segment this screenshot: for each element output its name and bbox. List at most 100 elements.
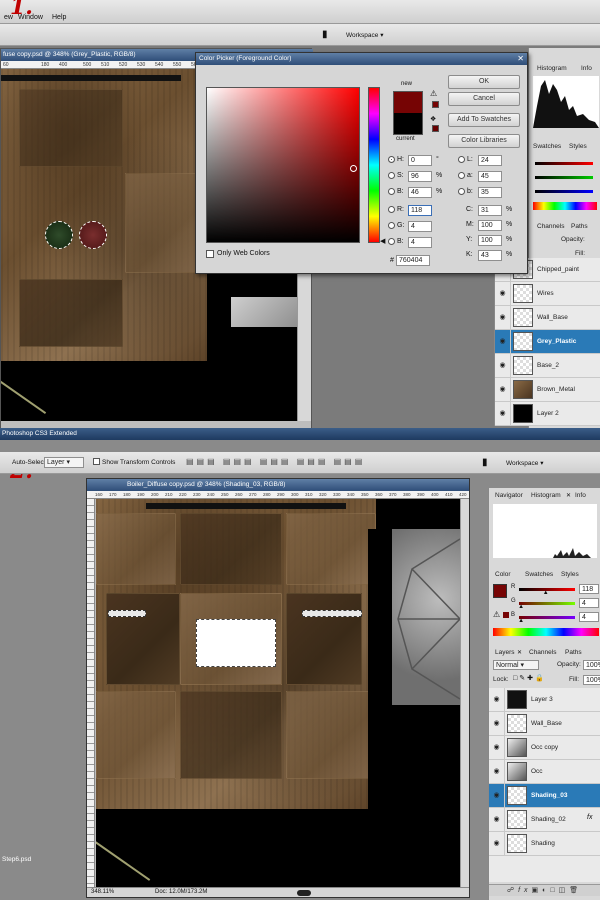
layer-row[interactable]: ◉ Occ copy xyxy=(489,736,600,760)
green-slider[interactable] xyxy=(535,176,593,179)
g-slider-track[interactable] xyxy=(519,602,575,605)
only-web-colors-checkbox[interactable] xyxy=(206,250,214,258)
eye-icon[interactable]: ◉ xyxy=(495,354,511,377)
tab-channels[interactable]: Channels xyxy=(529,649,556,656)
layer-row-selected[interactable]: ◉ Grey_Plastic xyxy=(495,330,600,354)
horizontal-scroll-thumb[interactable] xyxy=(297,890,311,896)
k-input[interactable]: 43 xyxy=(478,250,502,261)
tab-histogram[interactable]: Histogram xyxy=(531,492,561,499)
b-slider-value[interactable]: 4 xyxy=(579,612,599,622)
l-input[interactable]: 24 xyxy=(478,155,502,166)
close-icon[interactable]: ✕ xyxy=(566,492,571,499)
blend-mode-select[interactable]: Normal ▾ xyxy=(493,660,539,670)
align-icons[interactable]: ▤▤▤ ▤▤▤ ▤▤▤ ▤▤▤ ▤▤▤ xyxy=(186,457,365,466)
vertical-scrollbar[interactable] xyxy=(460,499,469,887)
add-to-swatches-button[interactable]: Add To Swatches xyxy=(448,113,520,127)
layer-row[interactable]: ◉ Shading_02 fx xyxy=(489,808,600,832)
tab-paths[interactable]: Paths xyxy=(565,649,582,656)
layer-row[interactable]: ◉ Layer 3 xyxy=(489,688,600,712)
tab-swatches[interactable]: Swatches xyxy=(525,571,553,578)
r-radio[interactable] xyxy=(388,206,395,213)
fill-input[interactable]: 100% xyxy=(583,675,600,685)
tab-styles[interactable]: Styles xyxy=(561,571,579,578)
r-input[interactable]: 118 xyxy=(408,205,432,216)
blue-slider[interactable] xyxy=(535,190,593,193)
spectrum-bar[interactable] xyxy=(533,202,597,210)
lock-icons[interactable]: □✎✚🔒 xyxy=(513,674,546,682)
m-input[interactable]: 100 xyxy=(478,220,502,231)
workspace-button[interactable]: Workspace ▾ xyxy=(346,31,383,39)
hue-arrow-icon[interactable]: ◀ xyxy=(380,237,385,245)
red-slider[interactable] xyxy=(535,162,593,165)
foreground-swatch[interactable] xyxy=(493,584,507,598)
a-radio[interactable] xyxy=(458,172,465,179)
r-slider-thumb[interactable]: ▲ xyxy=(543,590,549,596)
show-transform-checkbox[interactable] xyxy=(93,458,100,465)
layer-row[interactable]: ◉ Shading xyxy=(489,832,600,856)
l-radio[interactable] xyxy=(458,156,465,163)
layer-effects-icon[interactable]: fx xyxy=(587,814,592,821)
s-radio[interactable] xyxy=(388,172,395,179)
layer-row[interactable]: ◉ Wall_Base xyxy=(489,712,600,736)
dialog-titlebar[interactable]: Color Picker (Foreground Color) ✕ xyxy=(196,53,527,65)
layer-row[interactable]: ◉ Brown_Metal xyxy=(495,378,600,402)
camera-icon[interactable]: ▮ xyxy=(322,29,328,40)
h-input[interactable]: 0 xyxy=(408,155,432,166)
b-radio[interactable] xyxy=(388,188,395,195)
tab-styles[interactable]: Styles xyxy=(569,143,587,150)
gamut-swatch[interactable] xyxy=(432,101,439,108)
layer-row[interactable]: ◉ Base_2 xyxy=(495,354,600,378)
web-safe-icon[interactable]: ❖ xyxy=(430,115,436,123)
b-slider-track[interactable] xyxy=(519,616,575,619)
eye-icon[interactable]: ◉ xyxy=(489,712,505,735)
eye-icon[interactable]: ◉ xyxy=(489,688,505,711)
warning-icon[interactable]: ⚠ xyxy=(493,610,500,619)
eye-icon[interactable]: ◉ xyxy=(495,402,511,425)
tab-info[interactable]: Info xyxy=(581,65,592,72)
a-input[interactable]: 45 xyxy=(478,171,502,182)
layer-row[interactable]: ◉ Occ xyxy=(489,760,600,784)
zoom-level[interactable]: 348.11% xyxy=(91,889,114,895)
close-icon[interactable]: ✕ xyxy=(517,649,522,656)
tab-navigator[interactable]: Navigator xyxy=(495,492,523,499)
hue-slider[interactable] xyxy=(368,87,380,243)
gamut-warning-icon[interactable]: ⚠ xyxy=(430,89,437,98)
color-field-cursor[interactable] xyxy=(350,165,357,172)
y-input[interactable]: 100 xyxy=(478,235,502,246)
current-color-swatch[interactable] xyxy=(393,113,423,135)
b-lab-input[interactable]: 35 xyxy=(478,187,502,198)
layer-row-selected[interactable]: ◉ Shading_03 xyxy=(489,784,600,808)
c-input[interactable]: 31 xyxy=(478,205,502,216)
warning-swatch[interactable] xyxy=(503,612,509,618)
tab-paths[interactable]: Paths xyxy=(571,223,588,230)
eye-icon[interactable]: ◉ xyxy=(495,282,511,305)
tab-channels[interactable]: Channels xyxy=(537,223,564,230)
r-slider-value[interactable]: 118 xyxy=(579,584,599,594)
tab-swatches[interactable]: Swatches xyxy=(533,143,561,150)
layer-select[interactable]: Layer ▾ xyxy=(44,457,84,468)
camera-icon[interactable]: ▮ xyxy=(482,457,488,468)
g-input[interactable]: 4 xyxy=(408,221,432,232)
color-libraries-button[interactable]: Color Libraries xyxy=(448,134,520,148)
layer-row[interactable]: ◉ Layer 2 xyxy=(495,402,600,426)
layer-action-icons[interactable]: ☍fx▣◐□◫🗑 xyxy=(507,886,582,894)
eye-icon[interactable]: ◉ xyxy=(495,330,511,353)
tab-histogram[interactable]: Histogram xyxy=(537,65,567,72)
b-input[interactable]: 46 xyxy=(408,187,432,198)
menu-item-help[interactable]: Help xyxy=(52,14,66,21)
tab-info[interactable]: Info xyxy=(575,492,586,499)
spectrum-bar[interactable] xyxy=(493,628,599,636)
ok-button[interactable]: OK xyxy=(448,75,520,89)
b-rgb-input[interactable]: 4 xyxy=(408,237,432,248)
eye-icon[interactable]: ◉ xyxy=(489,736,505,759)
eye-icon[interactable]: ◉ xyxy=(495,306,511,329)
close-icon[interactable]: ✕ xyxy=(517,54,524,63)
g-slider-value[interactable]: 4 xyxy=(579,598,599,608)
tab-color[interactable]: Color xyxy=(495,571,511,578)
color-field[interactable] xyxy=(206,87,360,243)
hex-input[interactable]: 760404 xyxy=(396,255,430,266)
b-slider-thumb[interactable]: ▲ xyxy=(518,618,524,624)
h-radio[interactable] xyxy=(388,156,395,163)
opacity-input[interactable]: 100% xyxy=(583,660,600,670)
canvas-area[interactable] xyxy=(96,499,460,887)
